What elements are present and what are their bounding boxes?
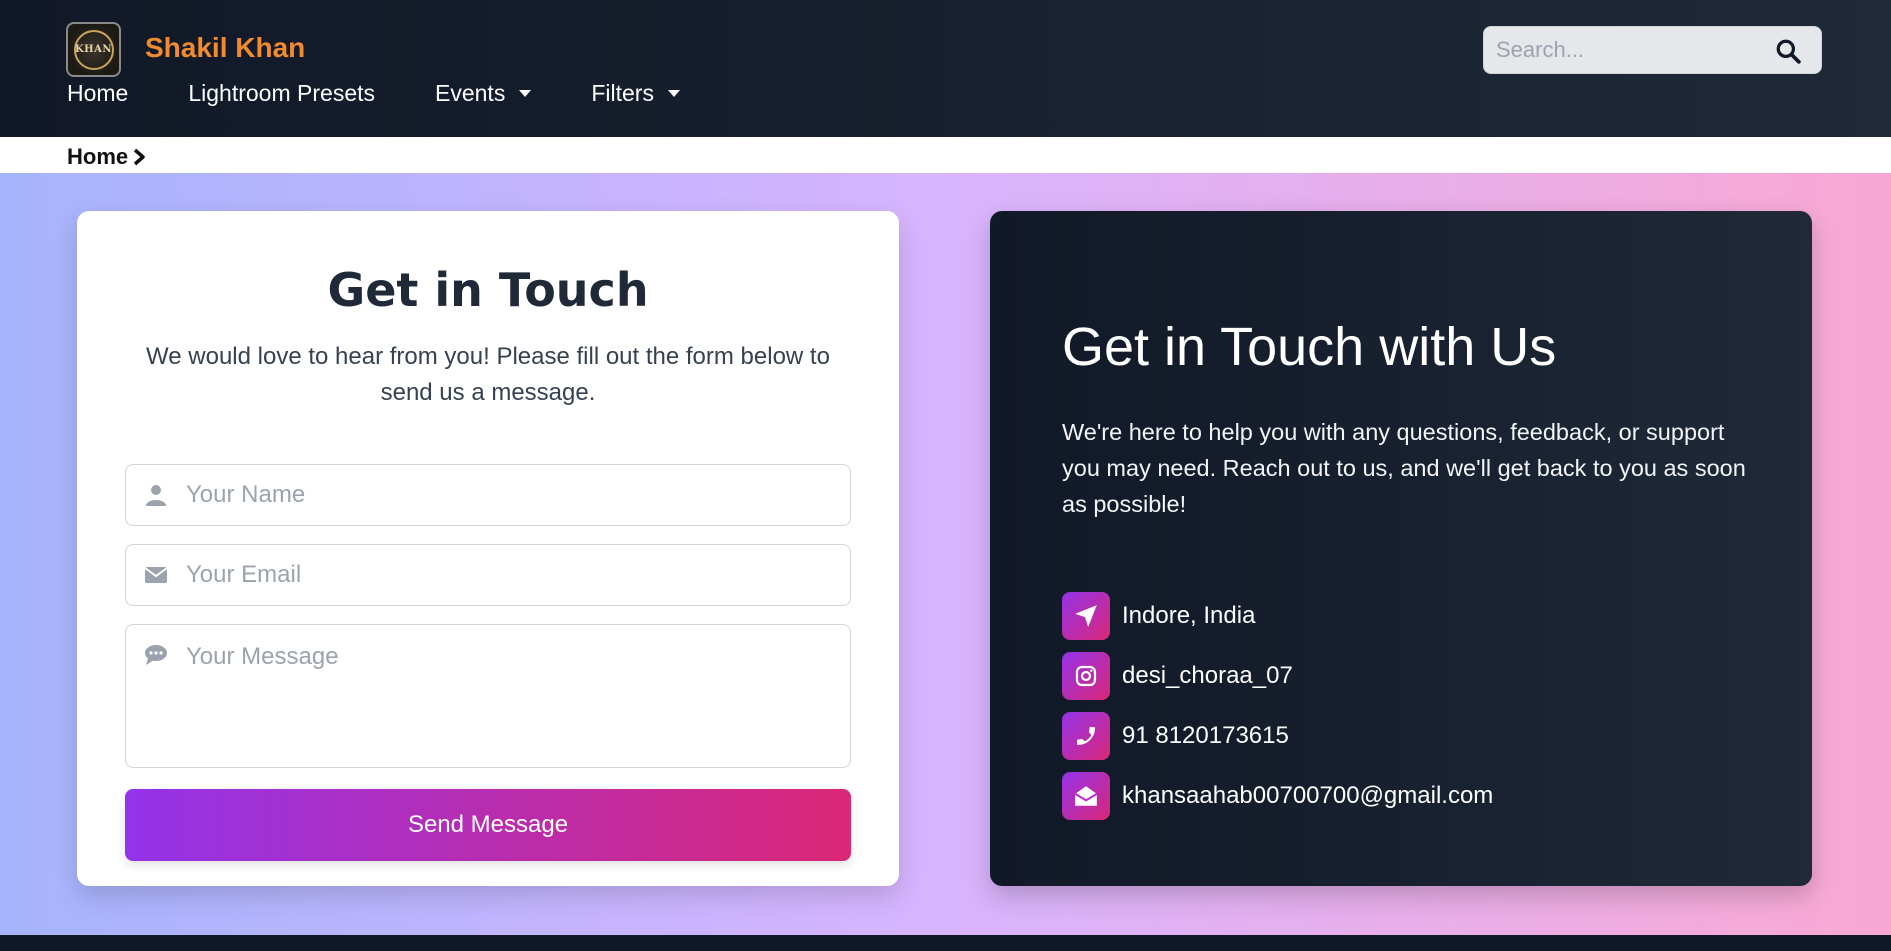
breadcrumb: Home [67,144,146,170]
nav-item-filters[interactable]: Filters [591,80,680,107]
info-item-instagram: desi_choraa_07 [1062,652,1293,700]
instagram-icon[interactable] [1062,652,1110,700]
chevron-right-icon [133,148,145,166]
logo-text: KHAN [74,44,113,55]
nav-item-lightroom-presets[interactable]: Lightroom Presets [188,80,375,107]
location-arrow-icon [1062,592,1110,640]
message-field [125,624,851,768]
phone-icon [1062,712,1110,760]
message-input[interactable] [186,643,836,743]
info-item-email: khansaahab00700700@gmail.com [1062,772,1493,820]
contact-info-card: Get in Touch with Us We're here to help … [990,211,1812,886]
contact-form-card: Get in Touch We would love to hear from … [77,211,899,886]
info-item-label[interactable]: desi_choraa_07 [1122,662,1293,690]
caret-down-icon [519,90,532,97]
search-input[interactable] [1484,27,1821,73]
info-title: Get in Touch with Us [1062,317,1557,377]
name-input[interactable] [186,465,836,525]
logo-emblem: KHAN [73,29,114,70]
nav-item-events[interactable]: Events [435,80,532,107]
form-subtitle: We would love to hear from you! Please f… [146,343,830,406]
search-icon[interactable] [1775,38,1801,64]
info-item-location: Indore, India [1062,592,1255,640]
nav-links: Home Lightroom Presets Events Filters [67,80,740,107]
form-title: Get in Touch [327,263,649,317]
email-field [125,544,851,606]
nav-item-label: Filters [591,80,654,106]
info-item-phone: 91 8120173615 [1062,712,1289,760]
send-message-button[interactable]: Send Message [125,789,851,861]
brand-logo[interactable]: KHAN [66,22,121,77]
nav-item-home[interactable]: Home [67,80,128,107]
email-input[interactable] [186,545,836,605]
search-box [1483,26,1822,74]
navbar: KHAN Shakil Khan Home Lightroom Presets … [0,0,1891,137]
info-item-label[interactable]: khansaahab00700700@gmail.com [1122,782,1493,810]
info-item-label: Indore, India [1122,602,1256,629]
breadcrumb-bar: Home [0,137,1891,173]
info-item-label[interactable]: 91 8120173615 [1122,722,1289,750]
nav-item-label: Events [435,80,506,106]
envelope-open-icon [1062,772,1110,820]
contact-section: Get in Touch We would love to hear from … [0,173,1891,935]
comment-dots-icon [145,645,167,665]
user-icon [146,485,166,506]
nav-item-label: Home [67,80,129,106]
brand-name[interactable]: Shakil Khan [145,32,305,64]
info-text: We're here to help you with any question… [1062,419,1746,517]
caret-down-icon [667,90,680,97]
nav-item-label: Lightroom Presets [188,80,375,106]
envelope-icon [144,567,168,583]
breadcrumb-item-home[interactable]: Home [67,144,128,170]
name-field [125,464,851,526]
footer-strip [0,935,1891,951]
